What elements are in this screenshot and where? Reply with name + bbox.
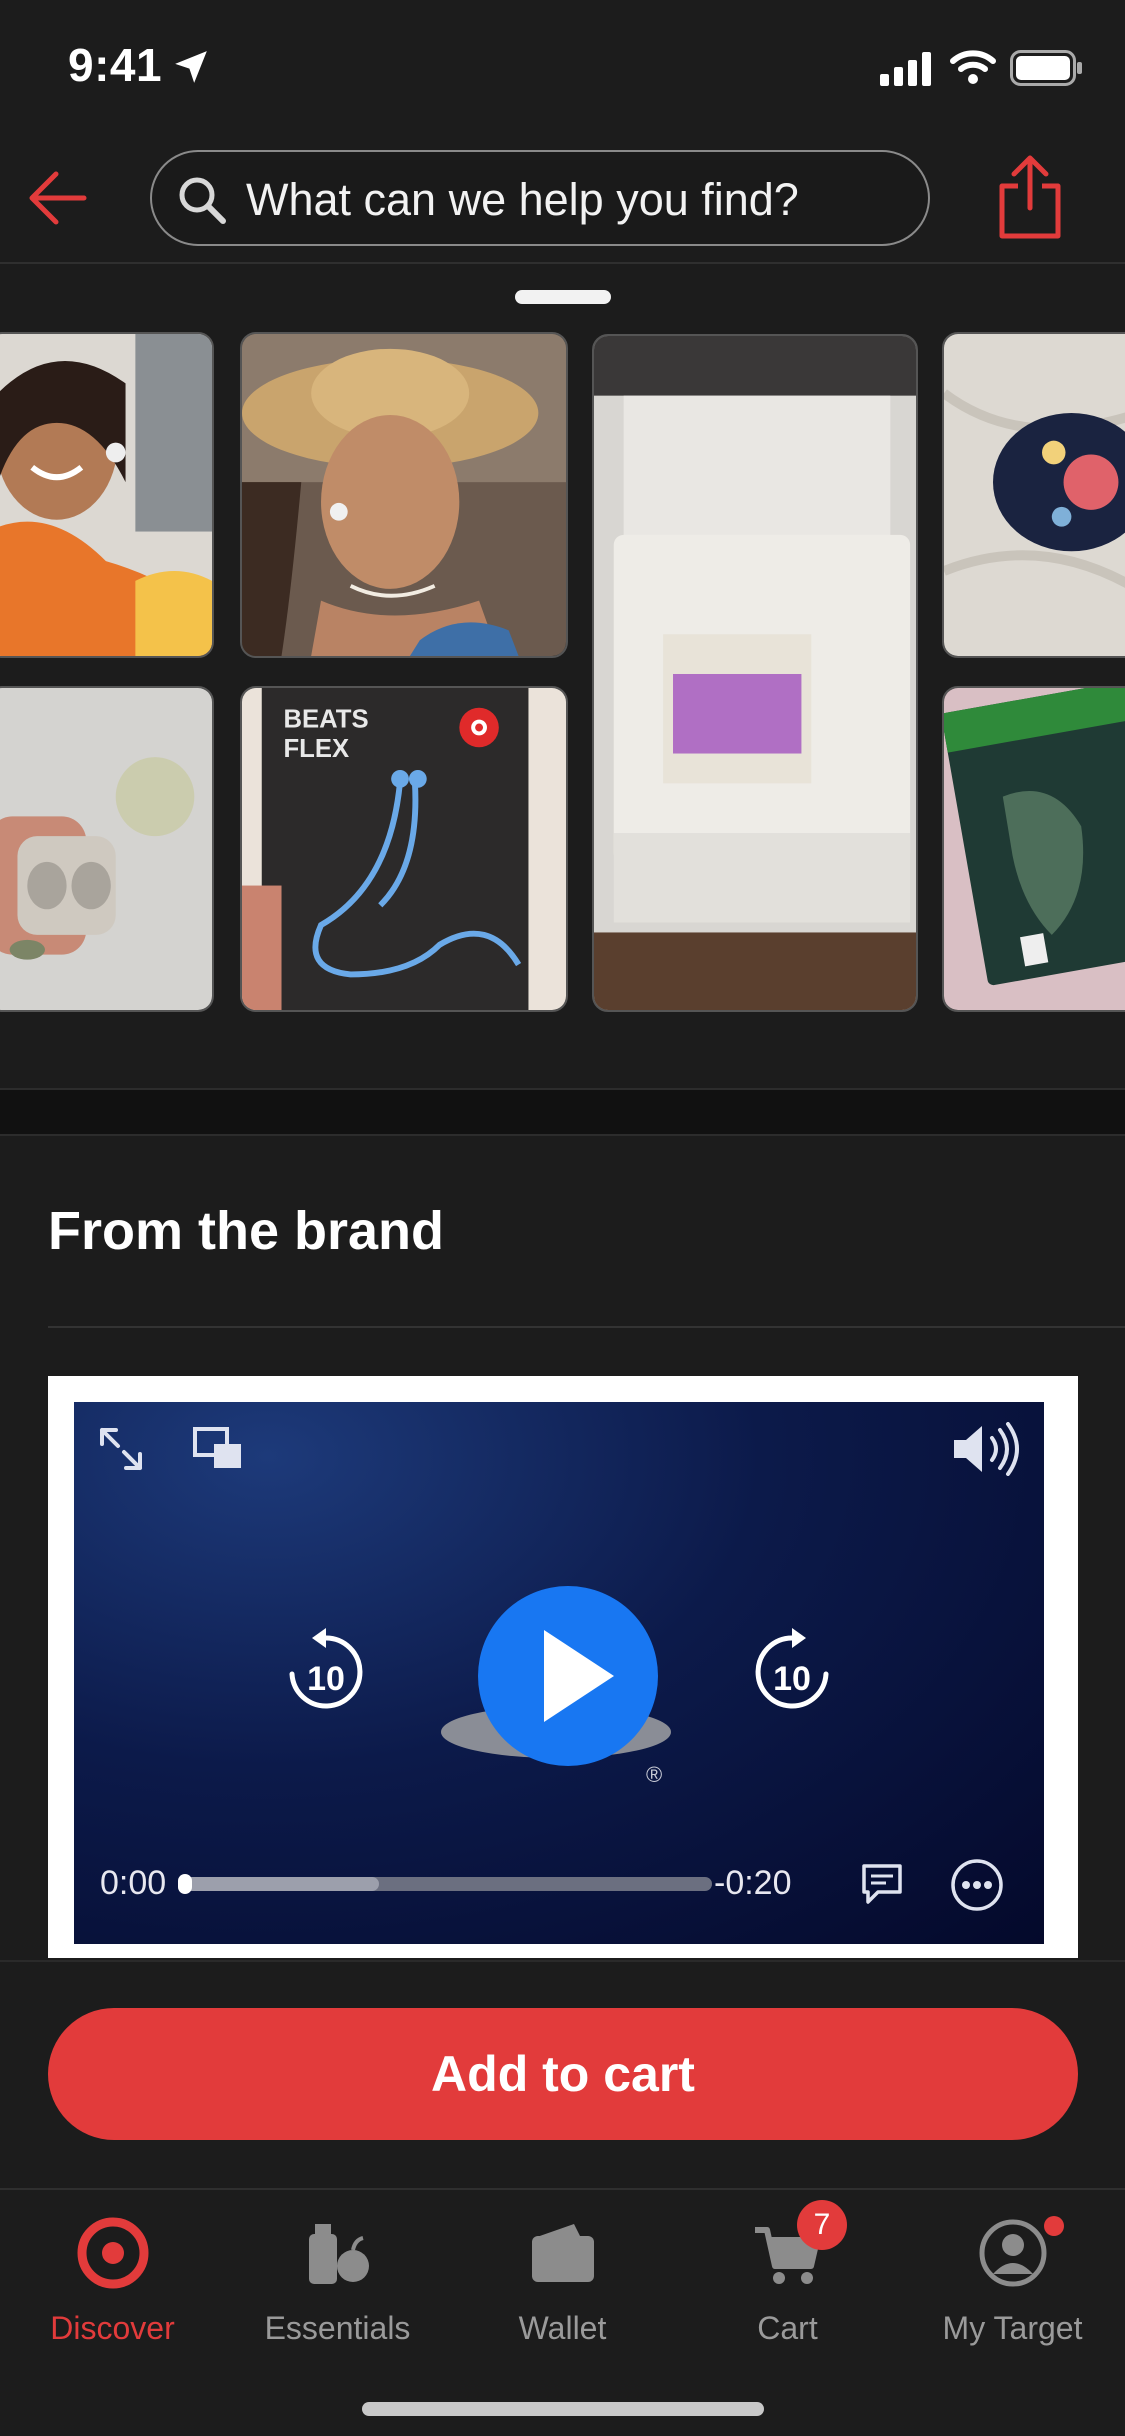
picture-in-picture-icon[interactable] (192, 1426, 244, 1472)
cart-count-badge: 7 (797, 2200, 847, 2250)
tab-my-target[interactable]: My Target (900, 2190, 1125, 2370)
video-progress-bar[interactable] (178, 1874, 712, 1894)
skip-back-label: 10 (307, 1660, 345, 1698)
wifi-icon (950, 50, 996, 84)
status-bar: 9:41 (0, 0, 1125, 140)
top-navigation: What can we help you find? (0, 140, 1125, 264)
more-options-icon[interactable] (950, 1858, 1004, 1912)
tab-cart[interactable]: 7 Cart (675, 2190, 900, 2370)
add-to-cart-button[interactable]: Add to cart (48, 2008, 1078, 2140)
tab-discover[interactable]: Discover (0, 2190, 225, 2370)
tab-label-essentials: Essentials (264, 2310, 411, 2346)
tab-label-wallet: Wallet (518, 2310, 607, 2346)
bottom-tab-bar: Discover Essentials Wallet 7 Cart My Tar… (0, 2188, 1125, 2436)
fullscreen-icon[interactable] (96, 1424, 146, 1474)
tab-label-cart: Cart (757, 2310, 818, 2346)
remaining-time: -0:20 (714, 1864, 792, 1902)
play-icon (544, 1630, 614, 1722)
drag-handle[interactable] (515, 290, 611, 304)
skip-forward-label: 10 (773, 1660, 811, 1698)
woman-cowboy-hat-earbuds-photo[interactable] (240, 332, 568, 658)
share-icon[interactable] (996, 152, 1064, 240)
home-indicator (362, 2402, 764, 2416)
section-title: From the brand (48, 1201, 445, 1261)
play-button[interactable] (478, 1586, 658, 1766)
beats-box-text-1: BEATS (283, 706, 368, 734)
essentials-icon (309, 2224, 369, 2284)
skip-back-10-button[interactable]: 10 (284, 1626, 368, 1716)
brand-video-card: ® 10 10 0:00 -0:20 (48, 1376, 1078, 1958)
buffered-progress (184, 1877, 380, 1891)
current-time: 0:00 (100, 1864, 167, 1902)
skip-forward-10-button[interactable]: 10 (750, 1626, 834, 1716)
beats-flex-box-photo[interactable]: BEATS FLEX (240, 686, 568, 1012)
section-divider-line (48, 1326, 1125, 1328)
profile-icon (979, 2219, 1047, 2287)
add-to-cart-bar: Add to cart (0, 1960, 1125, 2188)
woman-orange-sweater-earbuds-photo[interactable] (0, 332, 214, 658)
tab-wallet[interactable]: Wallet (450, 2190, 675, 2370)
tab-label-discover: Discover (50, 2310, 175, 2346)
ugc-photo-gallery: BEATS FLEX (0, 330, 1125, 1016)
notification-dot (1044, 2216, 1064, 2236)
search-icon (179, 177, 226, 224)
search-input[interactable]: What can we help you find? (150, 150, 930, 246)
printer-photo[interactable] (592, 334, 918, 1012)
tab-label-my-target: My Target (942, 2310, 1083, 2346)
wallet-icon (532, 2224, 594, 2282)
volume-icon[interactable] (950, 1422, 1022, 1476)
cellular-signal-icon (880, 52, 931, 86)
floral-mouse-photo[interactable] (942, 332, 1125, 658)
section-divider (0, 1088, 1125, 1136)
battery-icon (1010, 50, 1082, 86)
tab-essentials[interactable]: Essentials (225, 2190, 450, 2370)
halo-game-case-photo[interactable] (942, 686, 1125, 1012)
captions-icon[interactable] (860, 1862, 904, 1906)
scrubber-handle[interactable] (178, 1874, 192, 1894)
location-arrow-icon (175, 51, 207, 83)
status-time: 9:41 (68, 39, 163, 91)
target-logo-icon (77, 2217, 149, 2289)
back-arrow-icon[interactable] (22, 160, 98, 236)
bose-earbuds-case-photo[interactable] (0, 686, 214, 1012)
beats-box-text-2: FLEX (283, 735, 349, 763)
search-placeholder: What can we help you find? (246, 174, 799, 225)
video-player[interactable]: ® 10 10 0:00 -0:20 (74, 1402, 1044, 1944)
